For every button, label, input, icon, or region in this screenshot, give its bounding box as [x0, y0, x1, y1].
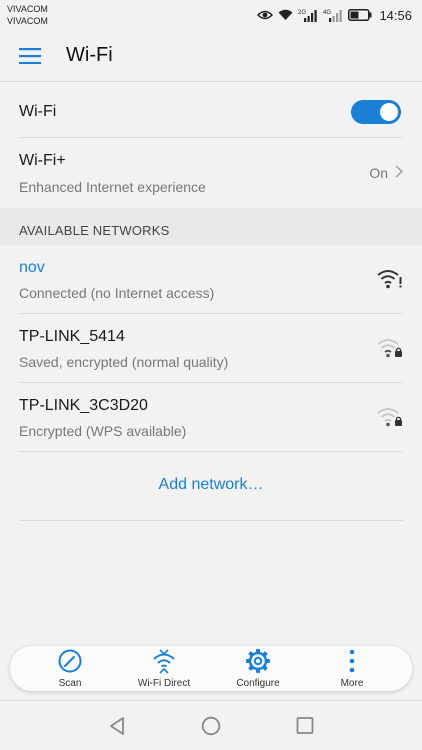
- app-bar: Wi-Fi: [0, 30, 422, 82]
- system-navigation-bar: [0, 700, 422, 750]
- clock-time: 14:56: [379, 7, 412, 23]
- more-vertical-icon: [307, 648, 397, 674]
- add-network-section: Add network…: [0, 452, 422, 522]
- bottom-action-bar: Scan Wi-Fi Direct Configure More: [10, 646, 412, 691]
- wifi-lock-icon: [377, 338, 403, 363]
- section-title: AVAILABLE NETWORKS: [19, 223, 170, 238]
- wifi-warning-icon: [377, 269, 403, 294]
- more-button[interactable]: More: [307, 648, 397, 690]
- status-icons: 2G 4G 14:56: [257, 6, 412, 24]
- more-label: More: [340, 678, 364, 689]
- carrier-1: VIVACOM: [7, 4, 48, 14]
- network-item-nov[interactable]: nov Connected (no Internet access): [19, 245, 403, 314]
- wifi-toggle-row[interactable]: Wi-Fi: [19, 83, 403, 138]
- toggle-knob: [380, 103, 398, 121]
- wifi-plus-status-value: On: [369, 165, 388, 181]
- network-item-tp-link-5414[interactable]: TP-LINK_5414 Saved, encrypted (normal qu…: [19, 314, 403, 383]
- configure-button[interactable]: Configure: [213, 648, 303, 690]
- status-bar: VIVACOM VIVACOM 2G 4G 14:56: [0, 0, 422, 30]
- scan-button[interactable]: Scan: [25, 648, 115, 690]
- carrier-names: VIVACOM VIVACOM: [7, 3, 48, 27]
- gear-icon: [213, 648, 303, 674]
- battery-icon: [348, 9, 372, 21]
- network-status: Connected (no Internet access): [19, 285, 215, 301]
- wifi-plus-description: Enhanced Internet experience: [19, 179, 206, 195]
- divider: [19, 520, 403, 521]
- add-network-button[interactable]: Add network…: [0, 476, 422, 494]
- page-title: Wi-Fi: [66, 44, 113, 66]
- scan-label: Scan: [58, 678, 82, 689]
- network-type-4g: 4G: [323, 10, 331, 16]
- network-status: Encrypted (WPS available): [19, 423, 187, 439]
- signal-icon: 4G: [323, 9, 343, 22]
- wifi-plus-row[interactable]: Wi-Fi+ Enhanced Internet experience On: [19, 139, 404, 208]
- carrier-2: VIVACOM: [7, 16, 48, 26]
- wifi-plus-label: Wi-Fi+: [19, 152, 66, 169]
- wifi-direct-button[interactable]: Wi-Fi Direct: [119, 648, 209, 690]
- wifi-direct-label: Wi-Fi Direct: [137, 678, 191, 689]
- network-name: nov: [19, 259, 45, 276]
- network-type-2g: 2G: [298, 10, 306, 16]
- settings-content: Wi-Fi: [0, 83, 422, 138]
- chevron-right-icon: [395, 165, 404, 181]
- scan-icon: [25, 648, 115, 674]
- hamburger-menu-icon[interactable]: [12, 42, 48, 70]
- recents-icon[interactable]: [296, 716, 314, 741]
- network-name: TP-LINK_3C3D20: [19, 397, 148, 414]
- network-status: Saved, encrypted (normal quality): [19, 354, 229, 370]
- configure-label: Configure: [236, 678, 280, 689]
- home-icon[interactable]: [201, 716, 221, 741]
- wifi-label: Wi-Fi: [19, 103, 57, 120]
- wifi-direct-icon: [119, 648, 209, 674]
- wifi-plus-status: On: [369, 165, 404, 181]
- signal-icon: 2G: [298, 9, 318, 22]
- available-networks-header: AVAILABLE NETWORKS: [0, 208, 422, 245]
- wifi-lock-icon: [377, 407, 403, 432]
- network-item-tp-link-3c3d20[interactable]: TP-LINK_3C3D20 Encrypted (WPS available): [19, 383, 403, 452]
- network-list: nov Connected (no Internet access) TP-LI…: [0, 245, 422, 452]
- wifi-icon: [278, 9, 293, 21]
- wifi-toggle-switch[interactable]: [351, 100, 401, 124]
- network-name: TP-LINK_5414: [19, 328, 125, 345]
- back-icon[interactable]: [108, 716, 126, 741]
- eye-comfort-icon: [257, 9, 274, 21]
